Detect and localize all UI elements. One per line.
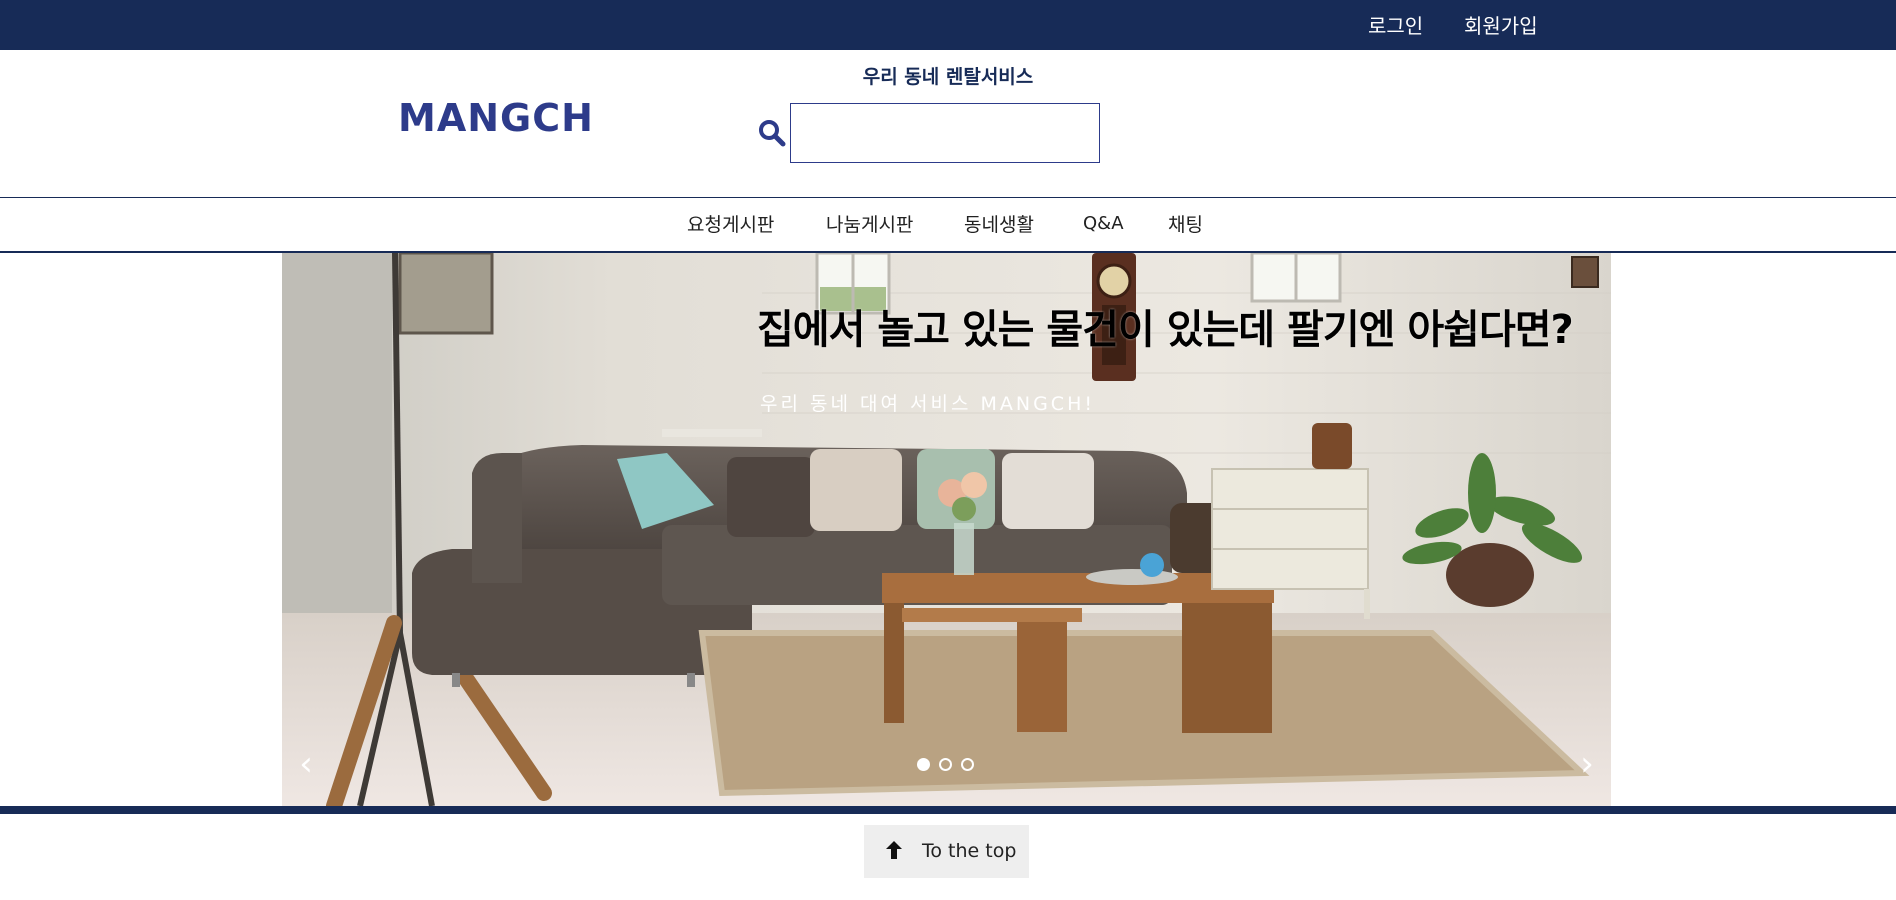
nav-item-request-board[interactable]: 요청게시판: [687, 210, 774, 237]
carousel-dot-3[interactable]: [961, 758, 974, 771]
footer-divider: [0, 806, 1896, 814]
carousel-next-button[interactable]: ›: [1575, 744, 1599, 784]
signup-link[interactable]: 회원가입: [1464, 10, 1538, 39]
to-the-top-button[interactable]: To the top: [864, 825, 1029, 878]
main-nav: 요청게시판 나눔게시판 동네생활 Q&A 채팅: [0, 198, 1896, 253]
nav-item-neighborhood-life[interactable]: 동네생활: [964, 210, 1034, 237]
hero-carousel: 집에서 놀고 있는 물건이 있는데 팔기엔 아쉽다면? 우리 동네 대여 서비스…: [282, 253, 1611, 806]
site-header: 우리 동네 렌탈서비스 MANGCH: [0, 50, 1896, 198]
logo[interactable]: MANGCH: [398, 96, 594, 140]
nav-item-share-board[interactable]: 나눔게시판: [826, 210, 913, 237]
top-bar: 로그인 회원가입: [0, 0, 1896, 50]
nav-item-qna[interactable]: Q&A: [1083, 213, 1124, 234]
search-input[interactable]: [790, 103, 1100, 163]
to-the-top-label: To the top: [922, 840, 1017, 862]
tagline: 우리 동네 렌탈서비스: [862, 66, 1034, 88]
arrow-up-icon: [886, 841, 902, 859]
login-link[interactable]: 로그인: [1368, 10, 1423, 39]
hero-subtitle: 우리 동네 대여 서비스 MANGCH!: [760, 393, 1095, 415]
carousel-dot-1[interactable]: [917, 758, 930, 771]
carousel-dot-2[interactable]: [939, 758, 952, 771]
nav-item-chat[interactable]: 채팅: [1168, 210, 1203, 237]
search-icon[interactable]: [757, 118, 787, 148]
carousel-prev-button[interactable]: ‹: [294, 744, 318, 784]
hero-title: 집에서 놀고 있는 물건이 있는데 팔기엔 아쉽다면?: [757, 307, 1574, 353]
